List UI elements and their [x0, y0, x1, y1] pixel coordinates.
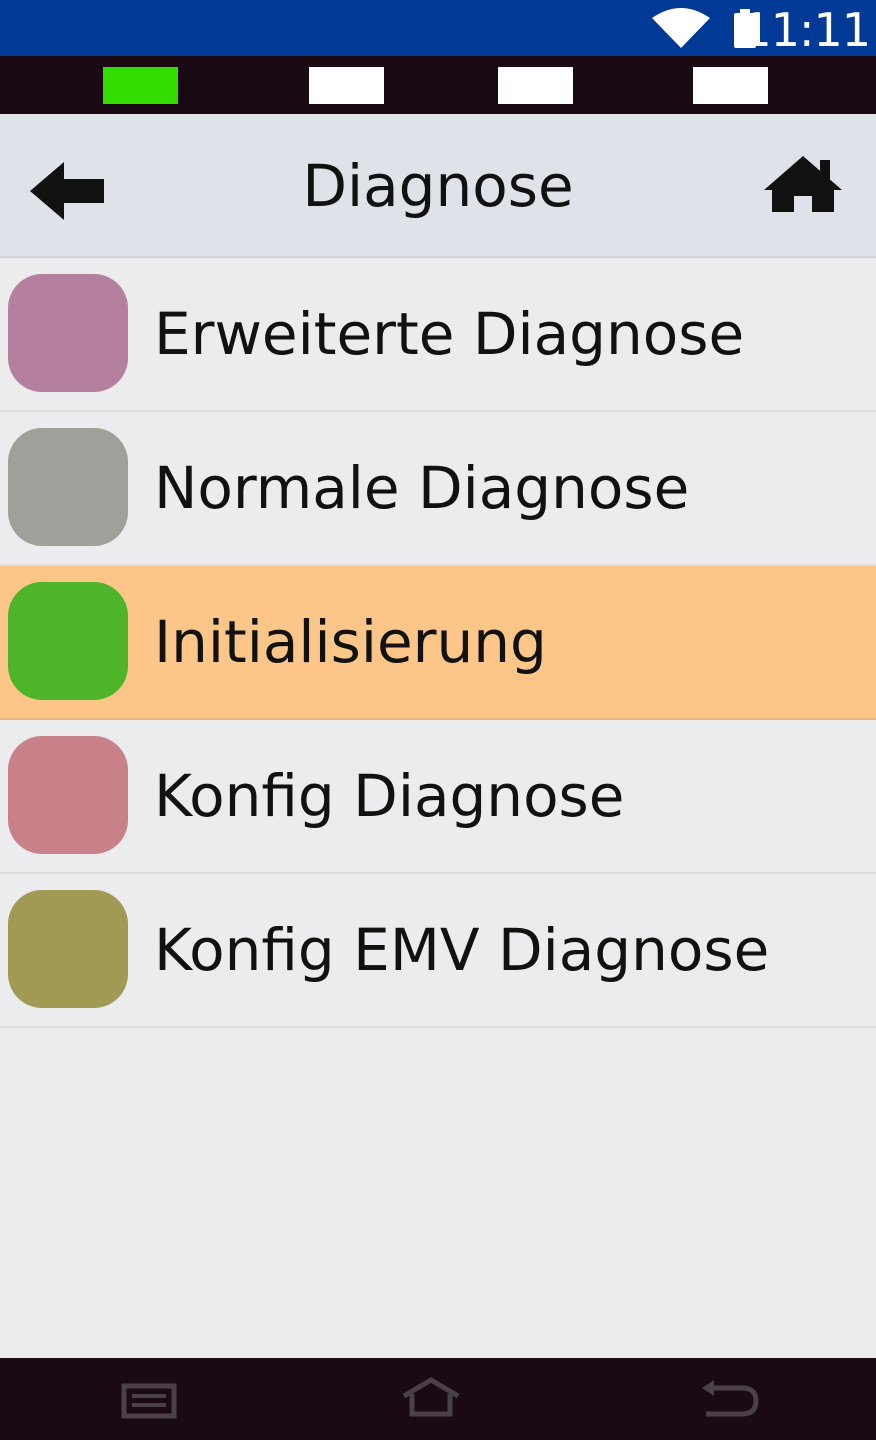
indicator-4	[693, 67, 768, 104]
menu-item-color-swatch	[8, 582, 128, 700]
menu-item-label: Konfig EMV Diagnose	[154, 916, 770, 984]
menu-item-initialisierung[interactable]: Initialisierung	[0, 566, 876, 720]
back-return-icon	[702, 1380, 759, 1417]
home-outline-icon	[402, 1377, 460, 1417]
recent-apps-icon	[121, 1383, 177, 1419]
menu-item-label: Konfig Diagnose	[154, 762, 625, 830]
menu-item-label: Normale Diagnose	[154, 454, 690, 522]
menu-item-color-swatch	[8, 274, 128, 392]
menu-item-label: Initialisierung	[154, 608, 547, 676]
status-clock: 11:11	[742, 3, 871, 57]
system-home-button[interactable]	[396, 1374, 466, 1424]
page-title: Diagnose	[302, 152, 574, 220]
system-back-button[interactable]	[694, 1374, 764, 1424]
menu-item-konfig-emv-diagnose[interactable]: Konfig EMV Diagnose	[0, 874, 876, 1028]
menu-item-label: Erweiterte Diagnose	[154, 300, 745, 368]
menu-item-color-swatch	[8, 736, 128, 854]
recent-apps-button[interactable]	[114, 1374, 184, 1424]
home-button[interactable]	[760, 152, 846, 218]
indicator-1	[103, 67, 178, 104]
status-bar: 11:11	[0, 0, 876, 57]
wifi-icon	[652, 8, 710, 48]
menu-item-normale-diagnose[interactable]: Normale Diagnose	[0, 412, 876, 566]
menu-item-color-swatch	[8, 428, 128, 546]
app-header: Diagnose	[0, 114, 876, 258]
indicator-2	[309, 67, 384, 104]
diagnose-menu: Erweiterte Diagnose Normale Diagnose Ini…	[0, 258, 876, 1028]
home-icon	[764, 156, 842, 212]
system-nav-bar	[0, 1358, 876, 1440]
menu-item-konfig-diagnose[interactable]: Konfig Diagnose	[0, 720, 876, 874]
indicator-strip	[0, 56, 876, 114]
menu-item-color-swatch	[8, 890, 128, 1008]
indicator-3	[498, 67, 573, 104]
menu-item-erweiterte-diagnose[interactable]: Erweiterte Diagnose	[0, 258, 876, 412]
